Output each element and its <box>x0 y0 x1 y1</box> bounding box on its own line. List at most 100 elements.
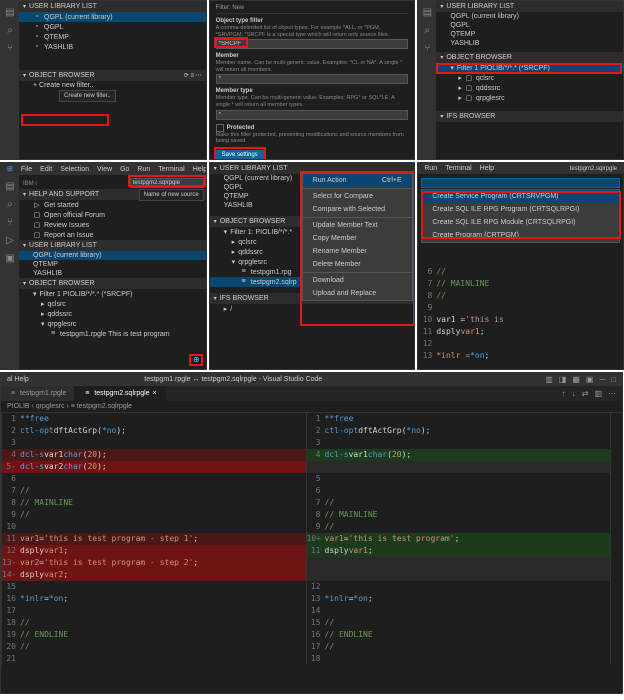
layout-icon[interactable]: ▦ <box>572 375 580 384</box>
member-input[interactable] <box>216 74 409 84</box>
menu-terminal[interactable]: Terminal <box>158 166 184 173</box>
lib-item[interactable]: QGPL (current library) <box>436 12 623 21</box>
menu-selection[interactable]: Selection <box>60 166 89 173</box>
create-filter-tooltip: Create new filter.. <box>59 90 116 102</box>
scm-icon[interactable]: ⑂ <box>421 43 433 55</box>
layout-icon[interactable]: ▣ <box>586 375 594 384</box>
ifs-browser-header[interactable]: ▾IFS BROWSER <box>436 111 623 122</box>
menu-bar[interactable]: ⊞ File Edit Selection View Go Run Termin… <box>1 163 206 175</box>
user-library-header[interactable]: ▾USER LIBRARY LIST <box>19 1 206 12</box>
menu-go[interactable]: Go <box>120 166 129 173</box>
action-crtsqlrpgi-mod[interactable]: Create SQL ILE RPG Module (CRTSQLRPGI) <box>422 216 619 229</box>
lib-item[interactable]: QTEMP <box>436 30 623 39</box>
lib-item[interactable]: QTEMP <box>19 260 206 269</box>
help-item[interactable]: ▷Get started <box>19 200 206 210</box>
menu-help[interactable]: Help <box>480 165 494 172</box>
layout-icon[interactable]: ◨ <box>559 375 567 384</box>
action-crtsrvpgm[interactable]: Create Service Program (CRTSRVPGM) <box>422 190 619 203</box>
folder-item[interactable]: ▸qddssrc <box>19 309 206 319</box>
ctx-rename-member[interactable]: Rename Member <box>303 245 412 258</box>
object-type-filter-input[interactable] <box>216 39 409 49</box>
object-browser-header[interactable]: ▾OBJECT BROWSER <box>19 278 206 289</box>
menu-edit[interactable]: Edit <box>40 166 52 173</box>
maximize-icon[interactable]: □ <box>611 375 616 384</box>
help-item[interactable]: ▢Open official Forum <box>19 210 206 220</box>
scm-icon[interactable]: ⑂ <box>4 217 16 229</box>
files-icon[interactable]: ▤ <box>421 7 433 19</box>
minimize-icon[interactable]: ─ <box>599 375 605 384</box>
close-icon[interactable]: × <box>153 390 157 397</box>
split-icon[interactable]: ▥ <box>594 389 602 398</box>
ctx-download[interactable]: Download <box>303 274 412 287</box>
ctx-copy-member[interactable]: Copy Member <box>303 232 412 245</box>
action-crtsqlrpgi-pgm[interactable]: Create SQL ILE RPG Program (CRTSQLRPGI) <box>422 203 619 216</box>
object-browser-header[interactable]: ▾OBJECT BROWSER <box>436 52 623 63</box>
breadcrumb[interactable]: PIOLIB › qrpglesrc › ≡ testpgm2.sqlrpgle <box>1 401 622 413</box>
search-icon[interactable]: ⌕ <box>4 25 16 37</box>
folder-qrpglesrc[interactable]: ▸▢qrpglesrc <box>436 93 623 103</box>
action-crtpgm[interactable]: Create Program (CRTPGM) <box>422 229 619 242</box>
play-icon: ▷ <box>33 201 41 209</box>
prev-diff-icon[interactable]: ↑ <box>562 389 566 398</box>
tab-testpgm2[interactable]: ≡testpgm2.sqlrpgle× <box>75 386 165 401</box>
next-diff-icon[interactable]: ↓ <box>572 389 576 398</box>
filter-item[interactable]: ▾Filter 1 PIOLIB/*/*.* (*SRCPF) <box>436 63 623 73</box>
ctx-update-text[interactable]: Update Member Text <box>303 219 412 232</box>
search-icon[interactable]: ⌕ <box>421 25 433 37</box>
lib-item[interactable]: QGPL (current library) <box>19 251 206 260</box>
diff-left-editor[interactable]: 1**free 2ctl-opt dftActGrp(*no); 3 4dcl-… <box>1 413 306 665</box>
help-item[interactable]: ▢Report an Issue <box>19 230 206 240</box>
menu-view[interactable]: View <box>97 166 112 173</box>
scm-icon[interactable]: ⑂ <box>4 43 16 55</box>
ctx-select-compare[interactable]: Select for Compare <box>303 190 412 203</box>
folder-qclsrc[interactable]: ▸▢qclsrc <box>436 73 623 83</box>
debug-icon[interactable]: ▷ <box>4 235 16 247</box>
protected-checkbox[interactable] <box>216 124 224 132</box>
ctx-delete-member[interactable]: Delete Member <box>303 258 412 271</box>
new-source-input[interactable] <box>130 178 204 188</box>
menu-terminal[interactable]: Terminal <box>445 165 471 172</box>
save-settings-button[interactable]: Save settings <box>216 150 264 160</box>
folder-item[interactable]: ▾qrpglesrc <box>19 319 206 329</box>
ext-icon[interactable]: ▣ <box>4 253 16 265</box>
menu-run[interactable]: Run <box>424 165 437 172</box>
create-filter[interactable]: + Create new filter.. <box>19 81 206 90</box>
file-icon: ≡ <box>49 330 57 338</box>
overview-ruler[interactable] <box>610 413 622 665</box>
toggle-icon[interactable]: ⇄ <box>582 389 589 398</box>
file-item[interactable]: ≡testpgm1.rpgle This is test program <box>19 329 206 339</box>
lib-item[interactable]: QGPL <box>436 21 623 30</box>
new-member-icon[interactable]: ⊕ <box>193 355 200 364</box>
user-library-header[interactable]: ▾USER LIBRARY LIST <box>436 1 623 12</box>
lib-qgpl-current[interactable]: ▫QGPL (current library) <box>19 12 206 22</box>
files-icon[interactable]: ▤ <box>4 7 16 19</box>
help-item[interactable]: ▢Review Issues <box>19 220 206 230</box>
folder-qddssrc[interactable]: ▸▢qddssrc <box>436 83 623 93</box>
member-type-input[interactable] <box>216 110 409 120</box>
lib-qtemp[interactable]: ▫QTEMP <box>19 32 206 42</box>
user-library-header[interactable]: ▾USER LIBRARY LIST <box>19 240 206 251</box>
files-icon[interactable]: ▤ <box>4 181 16 193</box>
ctx-upload-replace[interactable]: Upload and Replace <box>303 287 412 300</box>
menu-bar[interactable]: Run Terminal Help testpgm2.sqlrpgle <box>418 163 623 174</box>
menu-help[interactable]: Help <box>193 166 207 173</box>
object-browser-header[interactable]: ▾OBJECT BROWSER⟳ ≡ ⋯ <box>19 70 206 81</box>
diff-right-editor[interactable]: 1**free 2ctl-opt dftActGrp(*no); 3 4dcl-… <box>306 413 611 665</box>
menu-fragment: al Help <box>7 376 29 383</box>
lib-item[interactable]: YASHLIB <box>436 39 623 48</box>
lib-qgpl[interactable]: ▫QGPL <box>19 22 206 32</box>
ifs-root[interactable]: ▸/ <box>210 304 415 314</box>
filter-item[interactable]: ▾Filter 1 PIOLIB/*/*.* (*SRCPF) <box>19 289 206 299</box>
menu-file[interactable]: File <box>21 166 32 173</box>
ctx-compare-selected[interactable]: Compare with Selected <box>303 203 412 216</box>
folder-item[interactable]: ▸qclsrc <box>19 299 206 309</box>
search-icon[interactable]: ⌕ <box>4 199 16 211</box>
layout-icon[interactable]: ▥ <box>545 375 553 384</box>
action-picker-input[interactable] <box>421 178 620 188</box>
lib-item[interactable]: YASHLIB <box>19 269 206 278</box>
ctx-run-action[interactable]: Run ActionCtrl+E <box>303 174 412 187</box>
tab-testpgm1[interactable]: ≡testpgm1.rpgle <box>1 386 75 401</box>
menu-run[interactable]: Run <box>137 166 150 173</box>
more-icon[interactable]: ⋯ <box>608 389 616 398</box>
lib-yashlib[interactable]: ▫YASHLIB <box>19 42 206 52</box>
